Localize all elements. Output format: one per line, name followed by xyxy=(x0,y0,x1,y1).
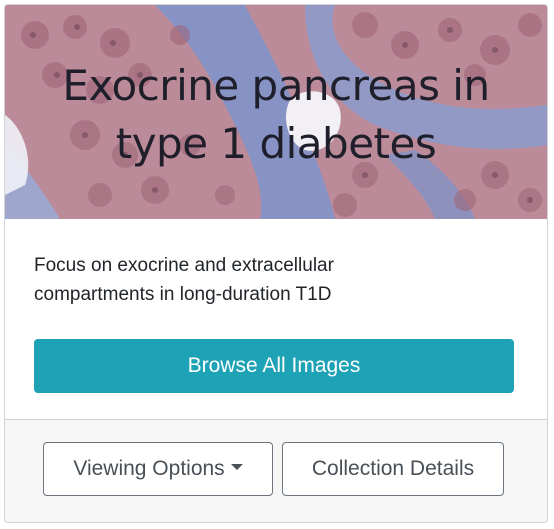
card-body: Focus on exocrine and extracellular comp… xyxy=(5,219,547,419)
collection-hero-image[interactable]: Exocrine pancreas in type 1 diabetes xyxy=(5,5,547,219)
viewing-options-label: Viewing Options xyxy=(73,457,225,480)
collection-details-button[interactable]: Collection Details xyxy=(282,442,504,496)
collection-description-line1: Focus on exocrine and extracellular xyxy=(34,255,334,276)
caret-down-icon xyxy=(230,464,243,471)
collection-title-line2: type 1 diabetes xyxy=(115,119,437,168)
collection-card: Exocrine pancreas in type 1 diabetes Foc… xyxy=(4,4,548,523)
browse-all-images-button[interactable]: Browse All Images xyxy=(34,339,514,393)
card-footer: Viewing Options Collection Details xyxy=(5,419,547,522)
viewing-options-dropdown-button[interactable]: Viewing Options xyxy=(43,442,273,496)
collection-title: Exocrine pancreas in type 1 diabetes xyxy=(5,57,547,173)
collection-description: Focus on exocrine and extracellular comp… xyxy=(34,251,514,309)
collection-description-line2: compartments in long-duration T1D xyxy=(34,284,332,305)
collection-title-line1: Exocrine pancreas in xyxy=(62,61,490,110)
